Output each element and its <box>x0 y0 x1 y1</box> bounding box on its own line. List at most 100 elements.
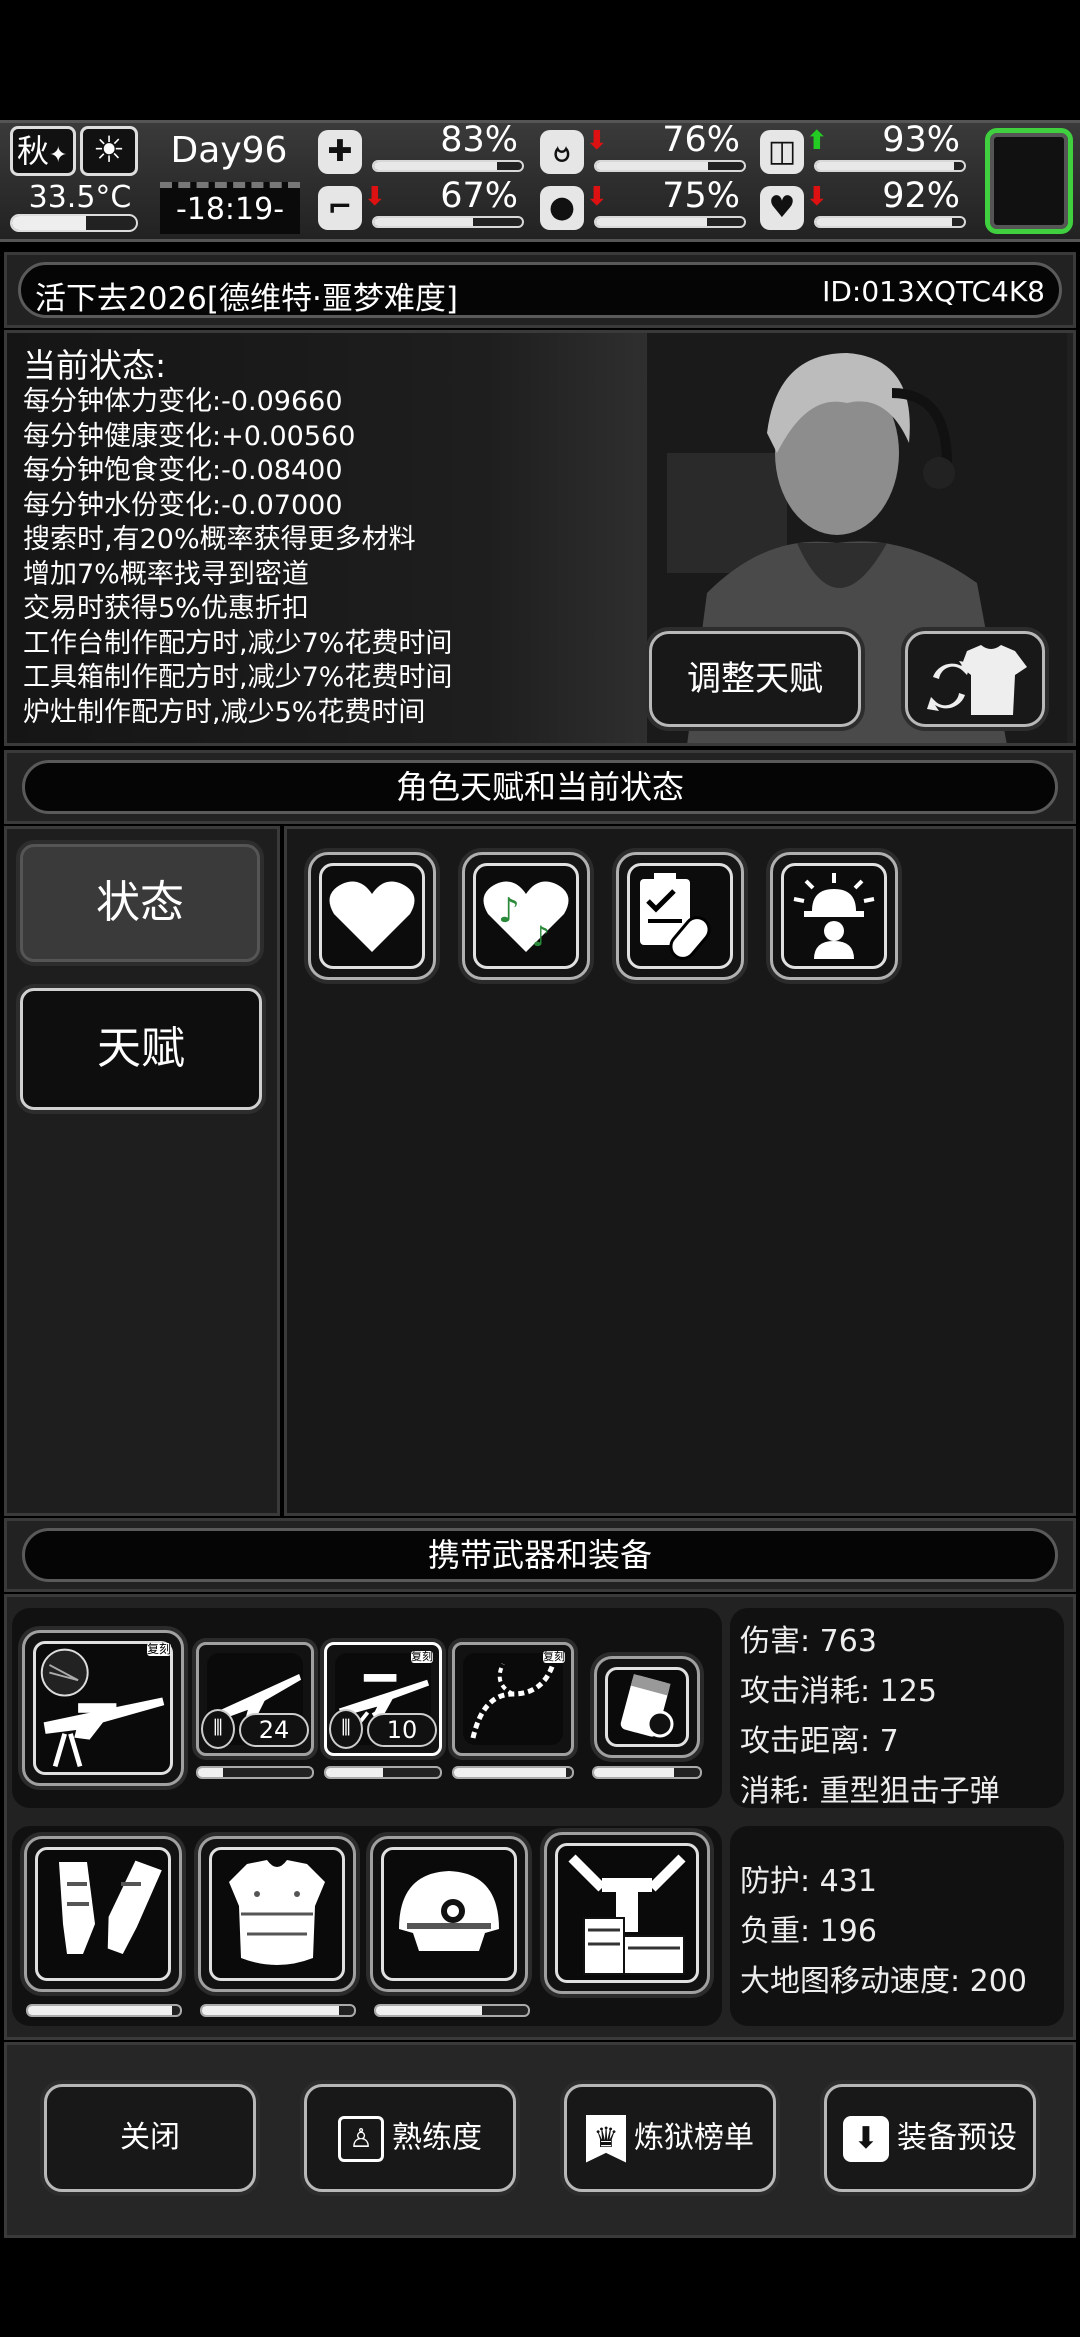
alarm-person-icon <box>793 873 875 959</box>
adjust-talent-label: 调整天赋 <box>687 659 823 699</box>
energy-percent: 93% <box>882 120 960 160</box>
status-line: 交易时获得5%优惠折扣 <box>23 593 309 624</box>
preset-label: 装备预设 <box>897 2120 1017 2156</box>
medkit-icon: ✚ <box>318 130 362 174</box>
status-medicine-icon[interactable] <box>616 852 744 980</box>
hunger-bar <box>594 160 746 172</box>
weapon-slot-primary[interactable]: 复刻 <box>22 1630 184 1786</box>
weapon-attack-cost: 攻击消耗: 125 <box>740 1674 937 1709</box>
energy-bar <box>814 160 966 172</box>
health-percent: 83% <box>440 120 518 160</box>
ammo-icon: ⦀ <box>201 1709 235 1749</box>
weapon-durability <box>452 1766 574 1779</box>
tab-talent-label: 天赋 <box>97 1023 185 1074</box>
weapon-slot-4[interactable]: 复刻 <box>452 1642 574 1756</box>
proficiency-button[interactable]: ♙ 熟练度 <box>304 2084 516 2192</box>
tactical-helmet-icon <box>399 1871 499 1951</box>
map-move-speed: 大地图移动速度: 200 <box>740 1964 1027 1999</box>
bottom-fill <box>0 2240 1080 2337</box>
armor-slot-pack[interactable] <box>544 1832 710 1994</box>
music-heart-icon: ♪♪ <box>483 881 569 953</box>
close-button[interactable]: 关闭 <box>44 2084 256 2192</box>
flashlight-icon <box>620 1674 674 1738</box>
weapon-durability <box>324 1766 442 1779</box>
thirst-bar <box>594 216 746 228</box>
weapon-damage: 伤害: 763 <box>740 1624 877 1659</box>
svg-text:♪: ♪ <box>498 891 520 931</box>
tab-talent[interactable]: 天赋 <box>20 988 262 1110</box>
weapon-ammo-type: 消耗: 重型狙击子弹 <box>740 1774 1000 1809</box>
hunger-percent: 76% <box>662 120 740 160</box>
equipment-section-title-bar: 携带武器和装备 <box>22 1528 1058 1582</box>
status-line: 每分钟体力变化:-0.09660 <box>23 386 343 417</box>
tab-status[interactable]: 状态 <box>20 844 260 962</box>
sniper-rifle-icon <box>40 1648 165 1768</box>
proficiency-icon: ♙ <box>338 2115 384 2162</box>
status-heading: 当前状态: <box>23 346 167 385</box>
armor-durability <box>26 2004 182 2017</box>
status-line: 每分钟水份变化:-0.07000 <box>23 489 343 521</box>
day-label: Day96 <box>170 130 288 171</box>
heart-icon <box>329 881 415 952</box>
equipment-preset-button[interactable]: ⬇ 装备预设 <box>824 2084 1036 2192</box>
heart-icon: ♥ <box>760 186 804 230</box>
preset-download-icon: ⬇ <box>843 2115 889 2162</box>
body-armor-icon <box>229 1860 325 1965</box>
status-panel: 当前状态: 每分钟体力变化:-0.09660 每分钟健康变化:+0.00560 … <box>4 330 1076 746</box>
armor-slot-body[interactable] <box>198 1836 356 1992</box>
sun-icon: ☀ <box>80 126 138 176</box>
banner-icon: ♛ <box>586 2114 626 2163</box>
change-outfit-button[interactable] <box>905 631 1045 727</box>
status-heart-icon[interactable] <box>308 852 436 980</box>
weapon-slot-5[interactable] <box>594 1656 700 1758</box>
armor-durability <box>200 2004 356 2017</box>
weapon-slot-3[interactable]: 复刻 ⦀ 10 <box>324 1642 442 1756</box>
armor-slot-head[interactable] <box>370 1836 528 1992</box>
weapon-tag: 复刻 <box>411 1650 433 1663</box>
svg-text:♪: ♪ <box>532 920 550 953</box>
weapon-range: 攻击距离: 7 <box>740 1724 899 1759</box>
stomach-icon: ဗ <box>540 130 584 174</box>
player-id: ID:013XQTC4K8 <box>822 275 1045 308</box>
clock-box: -18:19- <box>160 182 300 234</box>
status-music-heart-icon[interactable]: ♪ ♪ <box>462 852 590 980</box>
status-line: 每分钟健康变化:+0.00560 <box>23 420 356 452</box>
weapon-tag: 复刻 <box>147 1642 172 1656</box>
boot-icon: ⌐ <box>318 186 362 230</box>
quick-slot[interactable] <box>985 128 1073 234</box>
chain-whip-icon <box>470 1663 556 1739</box>
armor-slot-arms[interactable] <box>24 1836 182 1992</box>
stamina-percent: 67% <box>440 176 518 216</box>
health-bar <box>372 160 524 172</box>
adjust-talent-button[interactable]: 调整天赋 <box>649 631 861 727</box>
arm-guards-icon <box>59 1860 162 1954</box>
game-screen: 秋✦ ☀ 33.5°C Day96 -18:19- ✚ 83% ဗ ⬇ 76% ◫ ⬆ 93%… <box>0 0 1080 2337</box>
thirst-percent: 75% <box>662 176 740 216</box>
clipboard-pill-icon <box>640 873 711 960</box>
water-drop-icon: ● <box>540 186 584 230</box>
outfit-swap-icon <box>927 645 1027 715</box>
weapon-durability <box>592 1766 702 1779</box>
temperature-value: 33.5°C <box>28 180 132 215</box>
status-line: 工具箱制作配方时,减少7%花费时间 <box>23 662 453 693</box>
equipment-section-title: 携带武器和装备 <box>427 1536 652 1574</box>
leaf-icon: ✦ <box>49 143 68 168</box>
mood-percent: 92% <box>882 176 960 216</box>
status-lines: 每分钟体力变化:-0.09660 每分钟健康变化:+0.00560 每分钟饱食变… <box>23 385 453 743</box>
backpack-frame-icon <box>568 1854 686 1975</box>
armor-protection: 防护: 431 <box>740 1864 877 1899</box>
game-title: 活下去2026[德维特·噩梦难度] <box>35 281 458 317</box>
ranking-button[interactable]: ♛ 炼狱榜单 <box>564 2084 776 2192</box>
status-alarm-icon[interactable] <box>770 852 898 980</box>
armor-load: 负重: 196 <box>740 1914 877 1949</box>
ammo-count: 24 <box>239 1713 309 1747</box>
weapon-slot-2[interactable]: ⦀ 24 <box>196 1642 314 1756</box>
armor-durability <box>374 2004 530 2017</box>
talent-section-title-bar: 角色天赋和当前状态 <box>22 760 1058 814</box>
capsule-icon: ◫ <box>760 130 804 174</box>
ammo-count: 10 <box>367 1713 437 1747</box>
ammo-icon: ⦀ <box>329 1709 363 1749</box>
tab-status-label: 状态 <box>96 877 184 928</box>
weapon-durability <box>196 1766 314 1779</box>
status-line: 炉灶制作配方时,减少5%花费时间 <box>23 696 426 728</box>
